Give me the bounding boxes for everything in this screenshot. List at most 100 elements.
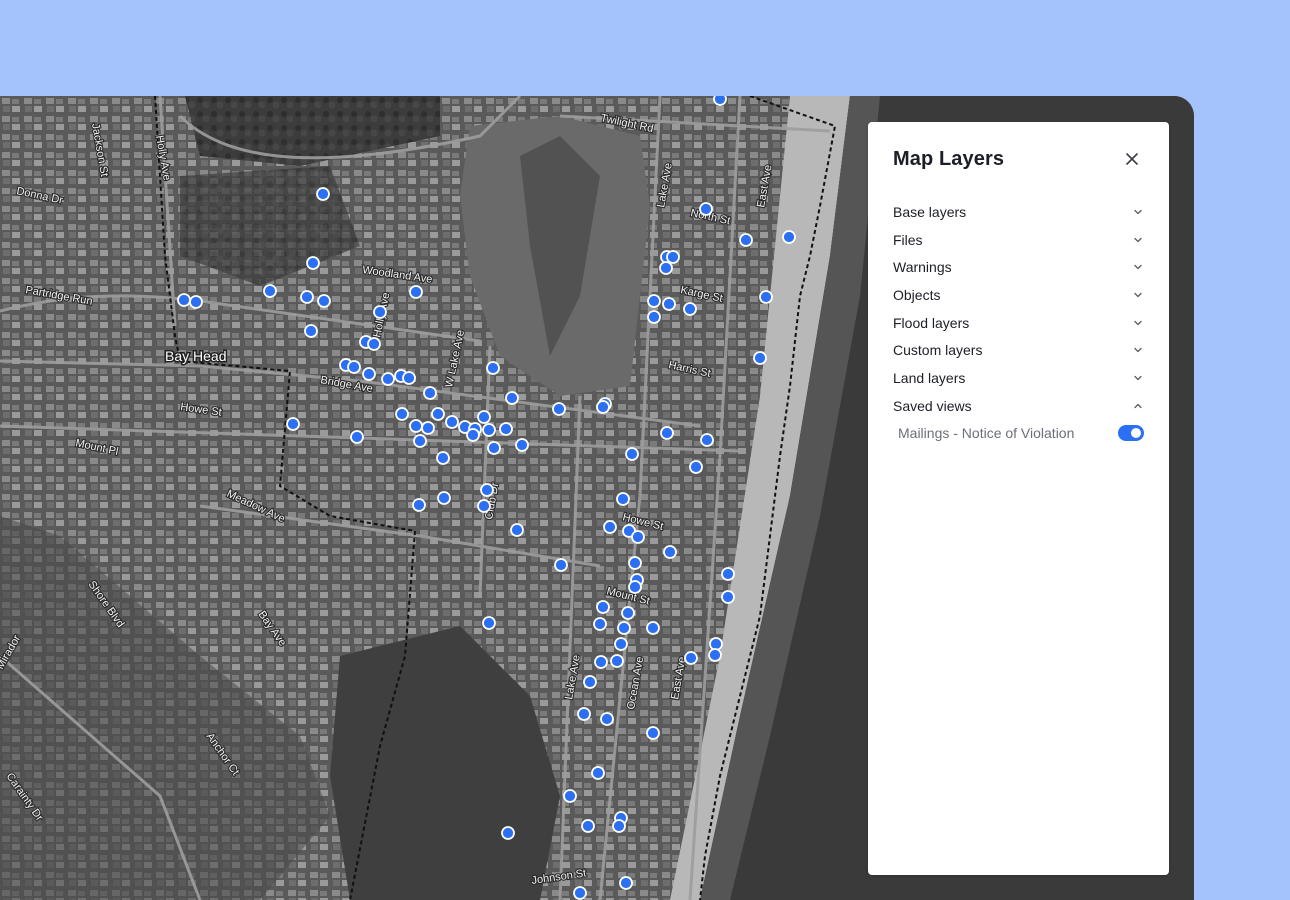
- location-dot-icon[interactable]: [413, 434, 427, 448]
- location-dot-icon[interactable]: [412, 498, 426, 512]
- location-dot-icon[interactable]: [515, 438, 529, 452]
- location-dot-icon[interactable]: [505, 391, 519, 405]
- chevron-down-icon[interactable]: [1132, 206, 1144, 218]
- location-dot-icon[interactable]: [700, 433, 714, 447]
- location-dot-icon[interactable]: [466, 428, 480, 442]
- location-dot-icon[interactable]: [437, 491, 451, 505]
- location-dot-icon[interactable]: [300, 290, 314, 304]
- location-dot-icon[interactable]: [646, 726, 660, 740]
- location-dot-icon[interactable]: [563, 789, 577, 803]
- location-dot-icon[interactable]: [782, 230, 796, 244]
- location-dot-icon[interactable]: [263, 284, 277, 298]
- location-dot-icon[interactable]: [402, 371, 416, 385]
- layer-row-warnings[interactable]: Warnings: [893, 253, 1144, 281]
- location-dot-icon[interactable]: [362, 367, 376, 381]
- location-dot-icon[interactable]: [616, 492, 630, 506]
- location-dot-icon[interactable]: [628, 580, 642, 594]
- location-dot-icon[interactable]: [699, 202, 713, 216]
- location-dot-icon[interactable]: [663, 545, 677, 559]
- location-dot-icon[interactable]: [552, 402, 566, 416]
- location-dot-icon[interactable]: [487, 441, 501, 455]
- location-dot-icon[interactable]: [596, 400, 610, 414]
- chevron-down-icon[interactable]: [1132, 234, 1144, 246]
- location-dot-icon[interactable]: [510, 523, 524, 537]
- chevron-up-icon[interactable]: [1132, 400, 1144, 412]
- location-dot-icon[interactable]: [659, 261, 673, 275]
- location-dot-icon[interactable]: [614, 637, 628, 651]
- location-dot-icon[interactable]: [610, 654, 624, 668]
- chevron-down-icon[interactable]: [1132, 261, 1144, 273]
- location-dot-icon[interactable]: [583, 675, 597, 689]
- location-dot-icon[interactable]: [480, 483, 494, 497]
- location-dot-icon[interactable]: [395, 407, 409, 421]
- location-dot-icon[interactable]: [573, 886, 587, 900]
- location-dot-icon[interactable]: [603, 520, 617, 534]
- location-dot-icon[interactable]: [660, 426, 674, 440]
- location-dot-icon[interactable]: [594, 655, 608, 669]
- saved-view-toggle[interactable]: [1118, 425, 1144, 441]
- location-dot-icon[interactable]: [600, 712, 614, 726]
- layer-row-saved-views[interactable]: Saved views: [893, 392, 1144, 420]
- location-dot-icon[interactable]: [591, 766, 605, 780]
- location-dot-icon[interactable]: [612, 819, 626, 833]
- location-dot-icon[interactable]: [477, 499, 491, 513]
- layer-row-files[interactable]: Files: [893, 226, 1144, 254]
- location-dot-icon[interactable]: [617, 621, 631, 635]
- location-dot-icon[interactable]: [554, 558, 568, 572]
- location-dot-icon[interactable]: [482, 616, 496, 630]
- location-dot-icon[interactable]: [683, 302, 697, 316]
- location-dot-icon[interactable]: [684, 651, 698, 665]
- layer-row-objects[interactable]: Objects: [893, 281, 1144, 309]
- location-dot-icon[interactable]: [423, 386, 437, 400]
- location-dot-icon[interactable]: [593, 617, 607, 631]
- location-dot-icon[interactable]: [666, 250, 680, 264]
- location-dot-icon[interactable]: [621, 606, 635, 620]
- location-dot-icon[interactable]: [347, 360, 361, 374]
- location-dot-icon[interactable]: [708, 648, 722, 662]
- location-dot-icon[interactable]: [304, 324, 318, 338]
- location-dot-icon[interactable]: [317, 294, 331, 308]
- location-dot-icon[interactable]: [581, 819, 595, 833]
- location-dot-icon[interactable]: [445, 415, 459, 429]
- layer-row-custom-layers[interactable]: Custom layers: [893, 336, 1144, 364]
- layer-row-flood-layers[interactable]: Flood layers: [893, 309, 1144, 337]
- location-dot-icon[interactable]: [501, 826, 515, 840]
- location-dot-icon[interactable]: [689, 460, 703, 474]
- location-dot-icon[interactable]: [577, 707, 591, 721]
- location-dot-icon[interactable]: [421, 421, 435, 435]
- location-dot-icon[interactable]: [286, 417, 300, 431]
- location-dot-icon[interactable]: [721, 590, 735, 604]
- location-dot-icon[interactable]: [436, 451, 450, 465]
- location-dot-icon[interactable]: [662, 297, 676, 311]
- location-dot-icon[interactable]: [431, 407, 445, 421]
- location-dot-icon[interactable]: [619, 876, 633, 890]
- chevron-down-icon[interactable]: [1132, 289, 1144, 301]
- location-dot-icon[interactable]: [647, 310, 661, 324]
- location-dot-icon[interactable]: [739, 233, 753, 247]
- location-dot-icon[interactable]: [628, 556, 642, 570]
- location-dot-icon[interactable]: [316, 187, 330, 201]
- location-dot-icon[interactable]: [409, 419, 423, 433]
- chevron-down-icon[interactable]: [1132, 344, 1144, 356]
- location-dot-icon[interactable]: [631, 530, 645, 544]
- chevron-down-icon[interactable]: [1132, 317, 1144, 329]
- location-dot-icon[interactable]: [753, 351, 767, 365]
- location-dot-icon[interactable]: [713, 96, 727, 106]
- location-dot-icon[interactable]: [647, 294, 661, 308]
- location-dot-icon[interactable]: [409, 285, 423, 299]
- location-dot-icon[interactable]: [373, 305, 387, 319]
- location-dot-icon[interactable]: [596, 600, 610, 614]
- location-dot-icon[interactable]: [477, 410, 491, 424]
- close-icon[interactable]: [1123, 150, 1141, 168]
- location-dot-icon[interactable]: [189, 295, 203, 309]
- location-dot-icon[interactable]: [721, 567, 735, 581]
- location-dot-icon[interactable]: [367, 337, 381, 351]
- layer-row-base-layers[interactable]: Base layers: [893, 198, 1144, 226]
- location-dot-icon[interactable]: [759, 290, 773, 304]
- location-dot-icon[interactable]: [486, 361, 500, 375]
- chevron-down-icon[interactable]: [1132, 372, 1144, 384]
- location-dot-icon[interactable]: [381, 372, 395, 386]
- location-dot-icon[interactable]: [482, 423, 496, 437]
- location-dot-icon[interactable]: [177, 293, 191, 307]
- location-dot-icon[interactable]: [499, 422, 513, 436]
